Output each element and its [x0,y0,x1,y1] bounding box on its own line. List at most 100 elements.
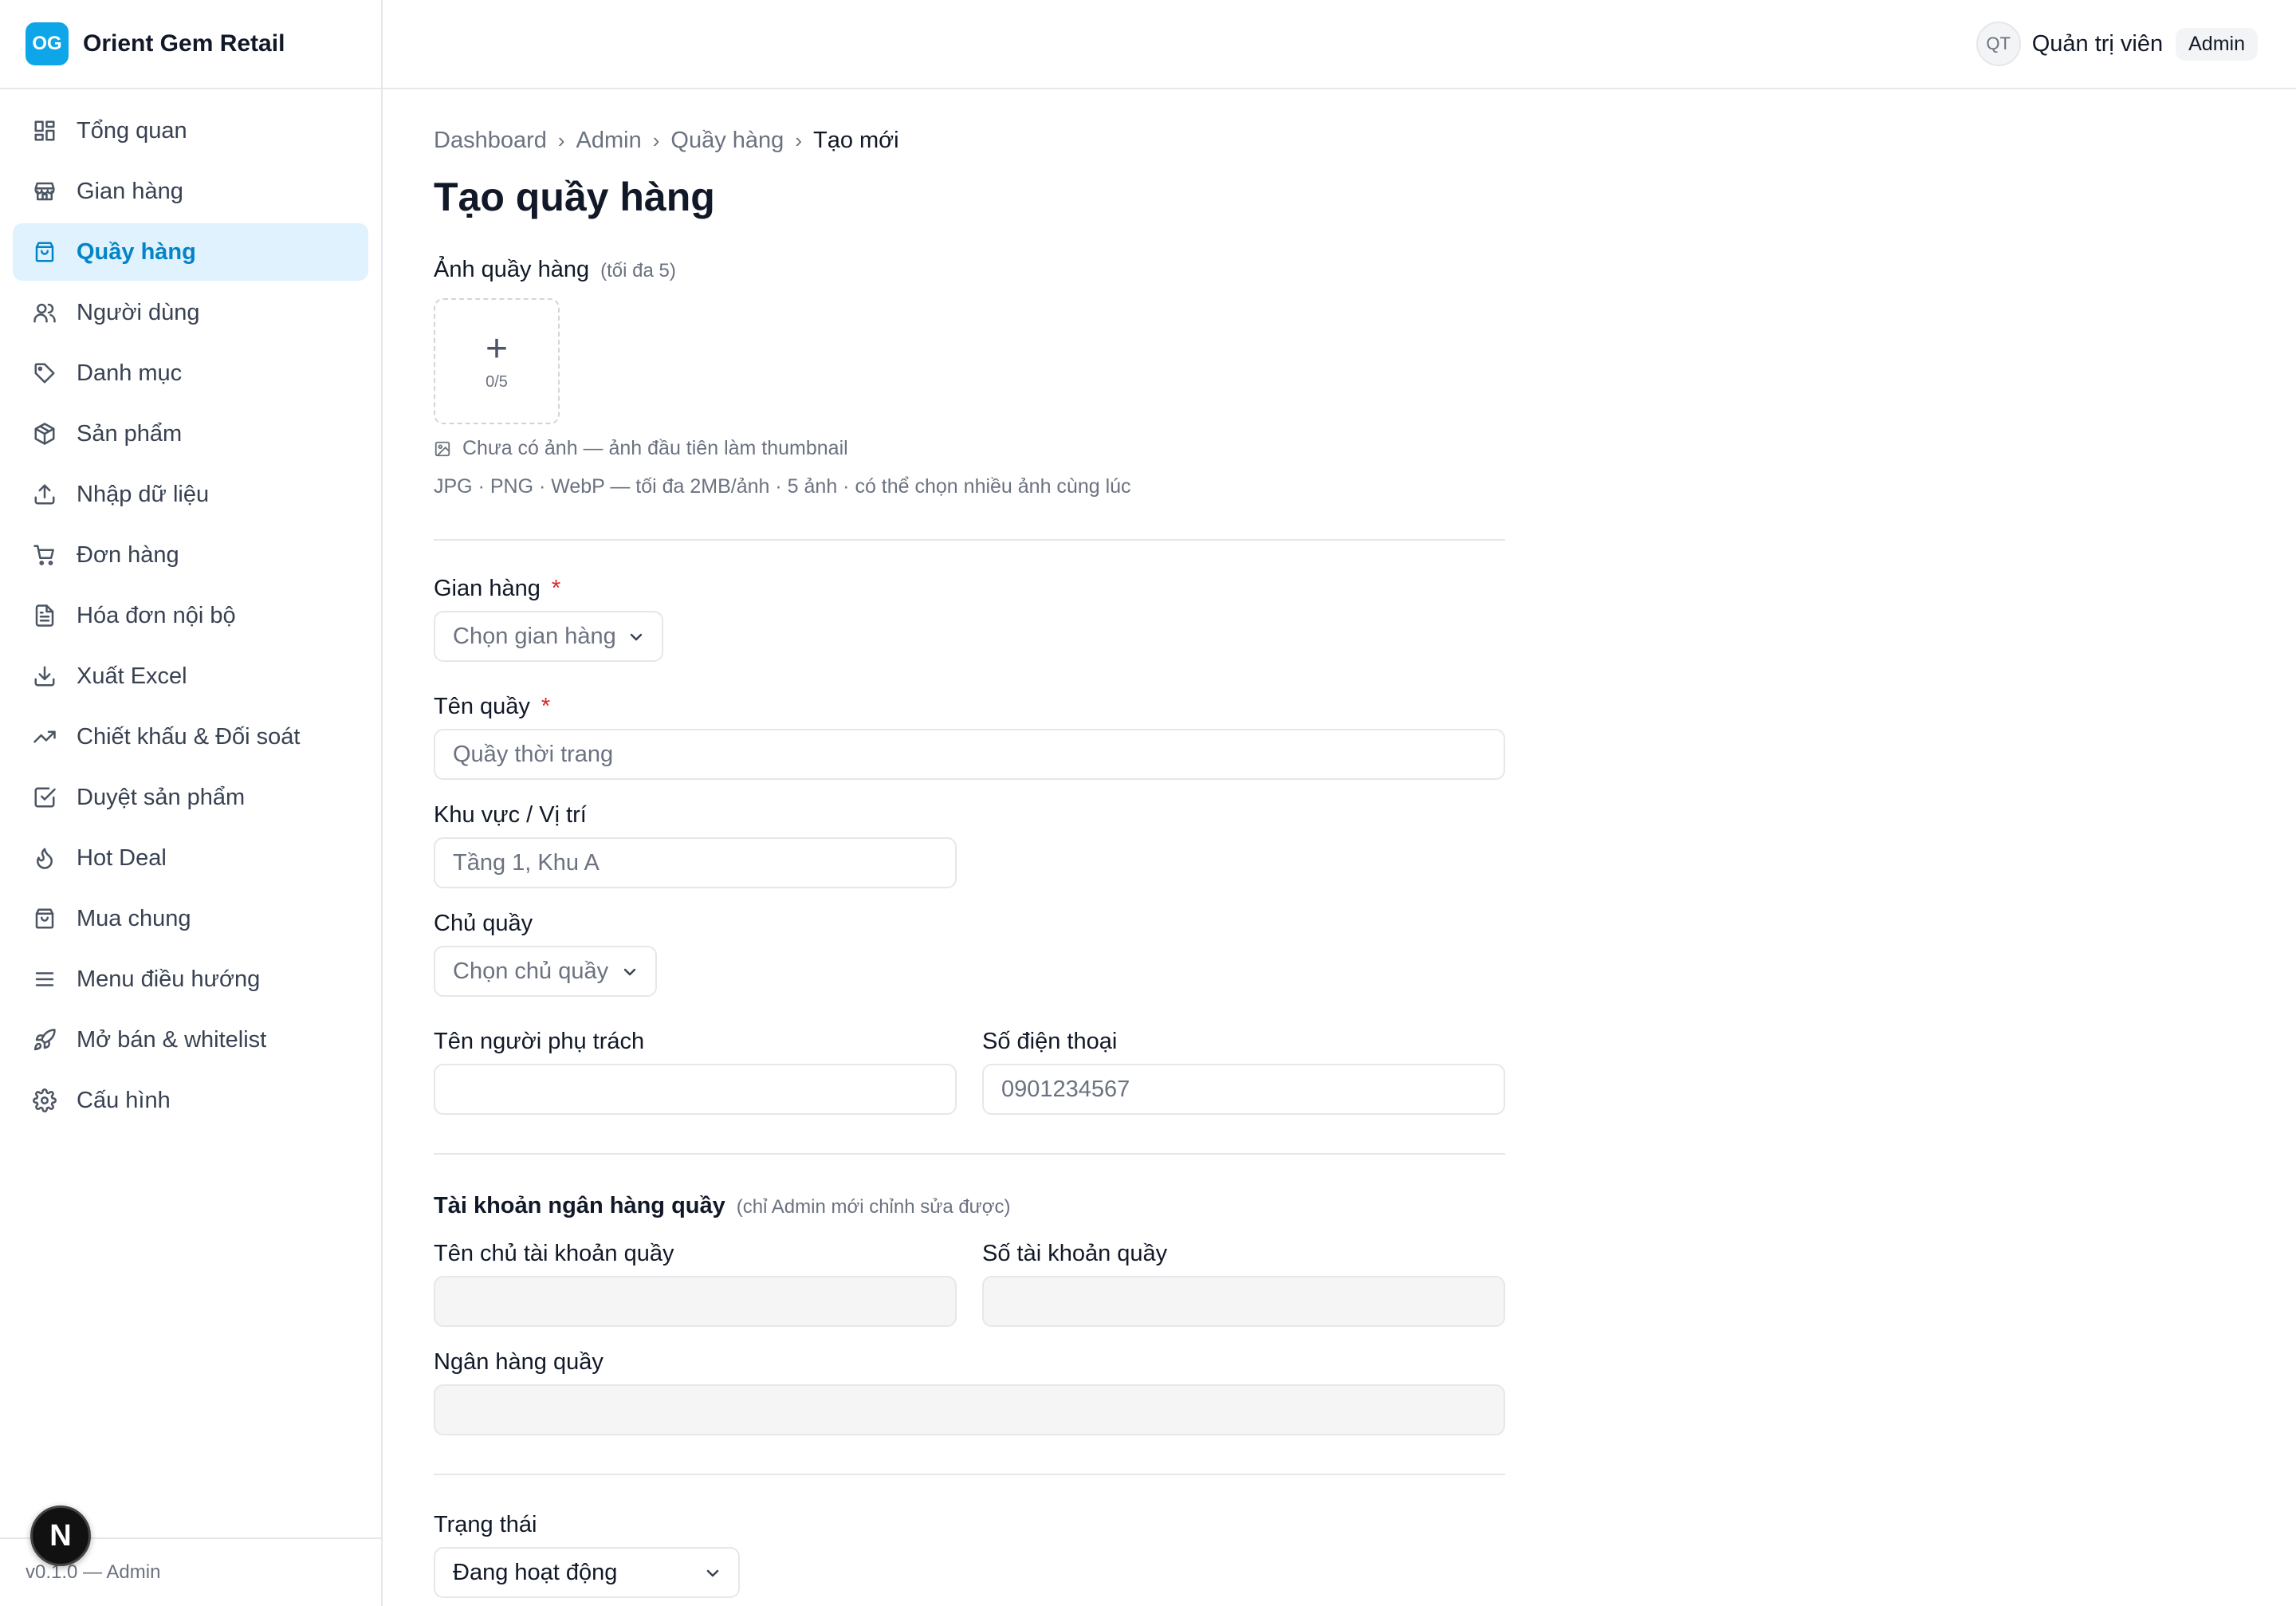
sidebar-item-menu-dieu-huong[interactable]: Menu điều hướng [13,951,368,1008]
sidebar-item-nguoi-dung[interactable]: Người dùng [13,284,368,341]
app-root: OG Orient Gem Retail Tổng quan Gian hàng Q… [0,0,2296,1606]
stall-label: Gian hàng * [434,576,560,602]
breadcrumb-admin[interactable]: Admin [576,128,642,154]
stall-select-value: Chọn gian hàng [453,623,616,649]
stall-name-input[interactable] [434,729,1505,780]
top-header: QT Quản trị viên Admin [383,0,2296,89]
sidebar-item-hot-deal[interactable]: Hot Deal [13,829,368,887]
owner-label: Chủ quầy [434,911,533,936]
package-icon [32,421,57,447]
images-hint: (tối đa 5) [600,260,676,281]
sidebar-item-label: Hóa đơn nội bộ [77,602,236,628]
contact-name-input[interactable] [434,1064,957,1115]
page-title: Tạo quầy hàng [434,175,715,219]
chevron-right-icon: › [652,128,660,152]
owner-select[interactable]: Chọn chủ quầy [434,946,657,997]
status-select[interactable]: Đang hoạt động [434,1547,740,1598]
sidebar-item-nhap-du-lieu[interactable]: Nhập dữ liệu [13,466,368,523]
divider [434,539,1505,541]
images-label-text: Ảnh quầy hàng [434,257,590,282]
sidebar-item-mua-chung[interactable]: Mua chung [13,890,368,947]
menu-icon [32,966,57,992]
sidebar-item-label: Mở bán & whitelist [77,1026,267,1053]
image-count: 0/5 [486,372,508,391]
sidebar-item-gian-hang[interactable]: Gian hàng [13,163,368,220]
users-icon [32,300,57,325]
sidebar-nav: Tổng quan Gian hàng Quầy hàng Người dùng Dan… [0,89,381,1129]
location-label: Khu vực / Vị trí [434,802,587,828]
trending-up-icon [32,724,57,750]
sidebar-item-label: Nhập dữ liệu [77,481,210,507]
breadcrumb-dashboard[interactable]: Dashboard [434,128,547,154]
stall-label-text: Gian hàng [434,576,541,601]
account-number-label: Số tài khoản quầy [982,1241,1168,1266]
sidebar-item-label: Tổng quan [77,117,187,144]
images-label: Ảnh quầy hàng (tối đa 5) [434,257,676,283]
owner-select-value: Chọn chủ quầy [453,958,609,984]
sidebar-item-label: Đơn hàng [77,541,179,568]
sidebar-item-label: Sản phẩm [77,420,183,447]
status-select-value: Đang hoạt động [453,1559,618,1585]
sidebar-item-label: Danh mục [77,360,183,386]
file-text-icon [32,603,57,628]
breadcrumb-stalls[interactable]: Quầy hàng [670,128,784,154]
sidebar-item-label: Duyệt sản phẩm [77,784,246,810]
tag-icon [32,360,57,386]
stall-select[interactable]: Chọn gian hàng [434,611,663,662]
bank-section-title-text: Tài khoản ngân hàng quầy [434,1193,725,1218]
image-icon [434,441,450,456]
sidebar-item-san-pham[interactable]: Sản phẩm [13,405,368,463]
sidebar-item-mo-ban-whitelist[interactable]: Mở bán & whitelist [13,1011,368,1069]
nextjs-dev-badge[interactable]: N [30,1506,91,1566]
gear-icon [32,1088,57,1113]
bank-name-label: Ngân hàng quầy [434,1349,603,1375]
avatar[interactable]: QT [1976,22,2021,66]
sidebar-item-label: Hot Deal [77,844,167,871]
download-icon [32,663,57,689]
breadcrumb-current: Tạo mới [812,128,899,153]
sidebar-item-danh-muc[interactable]: Danh mục [13,344,368,402]
chevron-down-icon [703,1563,722,1582]
sidebar-item-don-hang[interactable]: Đơn hàng [13,526,368,584]
flame-icon [32,845,57,871]
store-icon [32,179,57,204]
sidebar-item-label: Mua chung [77,905,191,931]
breadcrumb: Dashboard › Admin › Quầy hàng › Tạo mới [434,128,899,154]
sidebar-item-hoa-don-noi-bo[interactable]: Hóa đơn nội bộ [13,587,368,644]
upload-icon [32,482,57,507]
sidebar-item-tong-quan[interactable]: Tổng quan [13,102,368,159]
sidebar-item-cau-hinh[interactable]: Cấu hình [13,1072,368,1129]
sidebar-item-label: Xuất Excel [77,663,187,689]
status-label: Trạng thái [434,1512,537,1537]
sidebar-item-chiet-khau-doi-soat[interactable]: Chiết khấu & Đối soát [13,708,368,766]
phone-label: Số điện thoại [982,1029,1118,1054]
image-upload-button[interactable]: + 0/5 [434,298,560,424]
required-mark: * [551,576,561,601]
dashboard-icon [32,118,57,144]
name-label: Tên quầy * [434,694,550,720]
contact-name-label: Tên người phụ trách [434,1029,645,1054]
phone-input[interactable] [982,1064,1505,1115]
divider [434,1153,1505,1155]
sidebar-item-label: Menu điều hướng [77,966,261,992]
bank-section-hint: (chỉ Admin mới chỉnh sửa được) [736,1196,1011,1218]
sidebar-item-quay-hang[interactable]: Quầy hàng [13,223,368,281]
chevron-right-icon: › [557,128,565,152]
account-number-input [982,1276,1505,1327]
chevron-down-icon [627,627,646,646]
account-holder-input [434,1276,957,1327]
required-mark: * [541,694,551,719]
sidebar-item-duyet-san-pham[interactable]: Duyệt sản phẩm [13,769,368,826]
sidebar-item-label: Chiết khấu & Đối soát [77,723,301,750]
plus-icon: + [485,327,509,370]
brand-logo: OG [26,22,69,65]
sidebar-item-label: Người dùng [77,299,200,325]
sidebar: OG Orient Gem Retail Tổng quan Gian hàng Q… [0,0,383,1606]
location-input[interactable] [434,837,957,888]
sidebar-item-label: Gian hàng [77,178,183,204]
sidebar-item-label: Quầy hàng [77,238,196,265]
shopping-bag-icon [32,239,57,265]
brand[interactable]: OG Orient Gem Retail [0,0,381,89]
sidebar-item-xuat-excel[interactable]: Xuất Excel [13,648,368,705]
divider [434,1474,1505,1475]
